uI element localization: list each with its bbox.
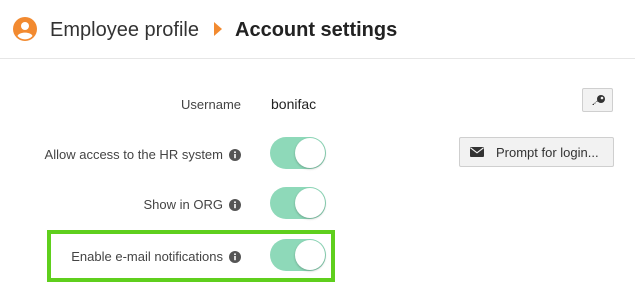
breadcrumb-root[interactable]: Employee profile xyxy=(50,18,199,42)
info-icon[interactable] xyxy=(229,199,241,211)
username-label: Username xyxy=(181,97,241,112)
key-button[interactable] xyxy=(582,88,613,112)
hr-access-label: Allow access to the HR system xyxy=(45,147,241,163)
toggle-knob xyxy=(295,138,325,168)
chevron-right-icon xyxy=(214,22,222,36)
user-icon xyxy=(13,17,37,41)
show-in-org-toggle[interactable] xyxy=(270,187,326,219)
key-icon xyxy=(591,95,605,105)
hr-access-toggle[interactable] xyxy=(270,137,326,169)
username-value: bonifac xyxy=(271,96,317,112)
envelope-icon xyxy=(470,147,484,157)
show-in-org-label: Show in ORG xyxy=(144,197,241,213)
page-header: Employee profile Account settings xyxy=(0,0,635,59)
info-icon[interactable] xyxy=(229,149,241,161)
toggle-knob xyxy=(295,240,325,270)
page-title: Account settings xyxy=(235,19,398,41)
info-icon[interactable] xyxy=(229,251,241,263)
prompt-for-login-button[interactable]: Prompt for login... xyxy=(459,137,614,167)
toggle-knob xyxy=(295,188,325,218)
prompt-for-login-label: Prompt for login... xyxy=(496,144,599,160)
email-notifications-toggle[interactable] xyxy=(270,239,326,271)
email-notifications-label: Enable e-mail notifications xyxy=(71,249,241,265)
